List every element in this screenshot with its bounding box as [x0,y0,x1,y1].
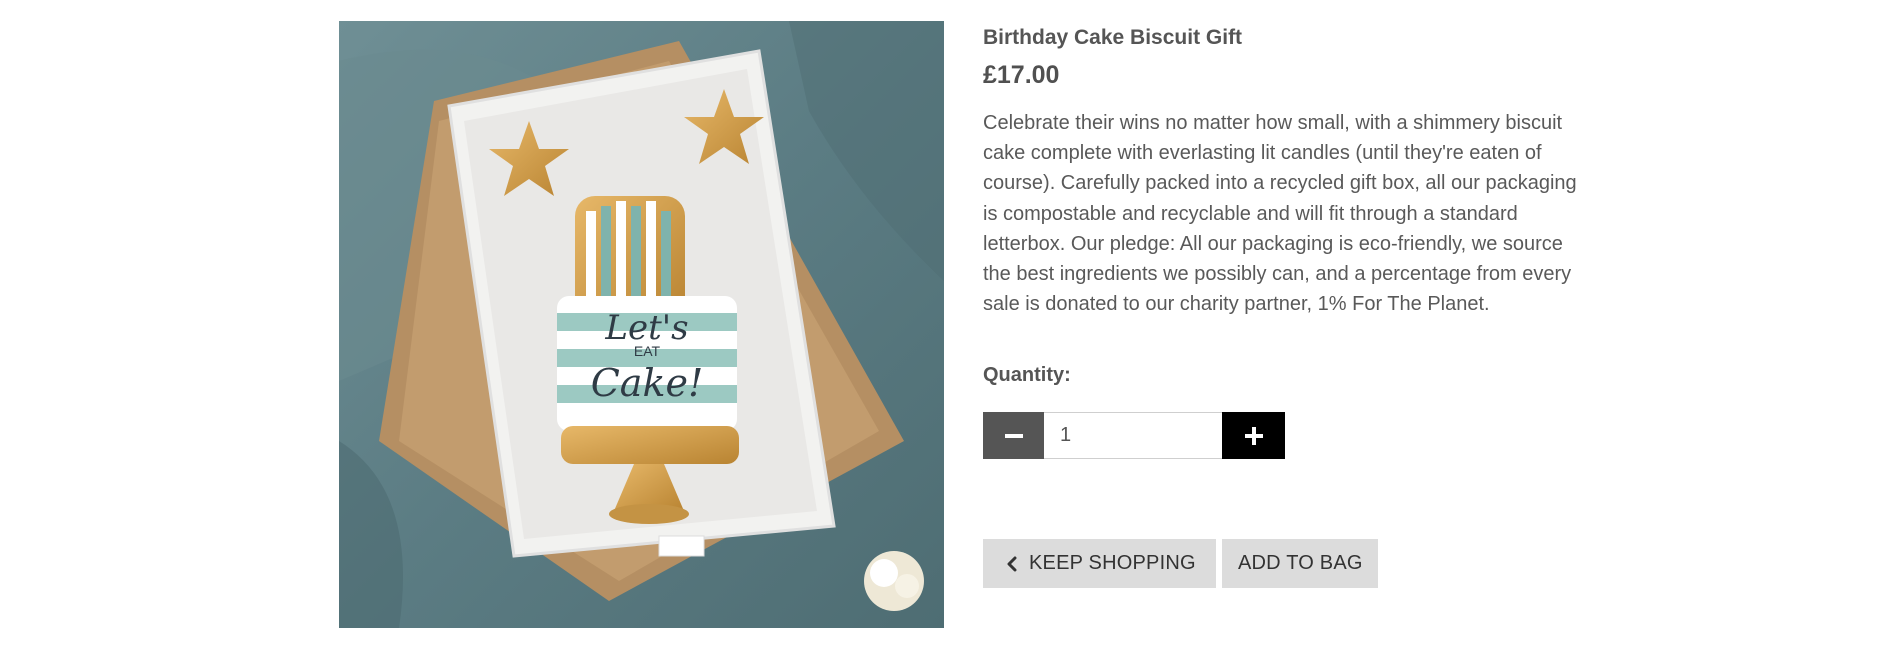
quantity-decrease-button[interactable] [983,412,1044,459]
chevron-left-icon [1007,556,1017,572]
product-photo: Let's EAT Cake! [339,21,944,628]
quantity-input[interactable] [1044,412,1222,459]
product-image: Let's EAT Cake! [339,21,944,628]
cake-text-line2: EAT [634,343,661,359]
minus-icon [1004,433,1023,438]
product-title: Birthday Cake Biscuit Gift [983,26,1243,49]
keep-shopping-label: KEEP SHOPPING [1029,552,1196,574]
product-price: £17.00 [983,61,1060,89]
quantity-label: Quantity: [983,364,1071,386]
keep-shopping-button[interactable]: KEEP SHOPPING [983,539,1216,588]
add-to-bag-button[interactable]: ADD TO BAG [1222,539,1378,588]
cake-text-line3: Cake! [591,361,704,405]
product-description: Celebrate their wins no matter how small… [983,112,1577,316]
add-to-bag-label: ADD TO BAG [1238,552,1363,574]
cake-text-line1: Let's [604,308,688,348]
quantity-increase-button[interactable] [1222,412,1285,459]
plus-icon [1244,426,1263,445]
quantity-stepper [983,412,1285,459]
product-info: Birthday Cake Biscuit Gift £17.00 Celebr… [983,24,1593,319]
